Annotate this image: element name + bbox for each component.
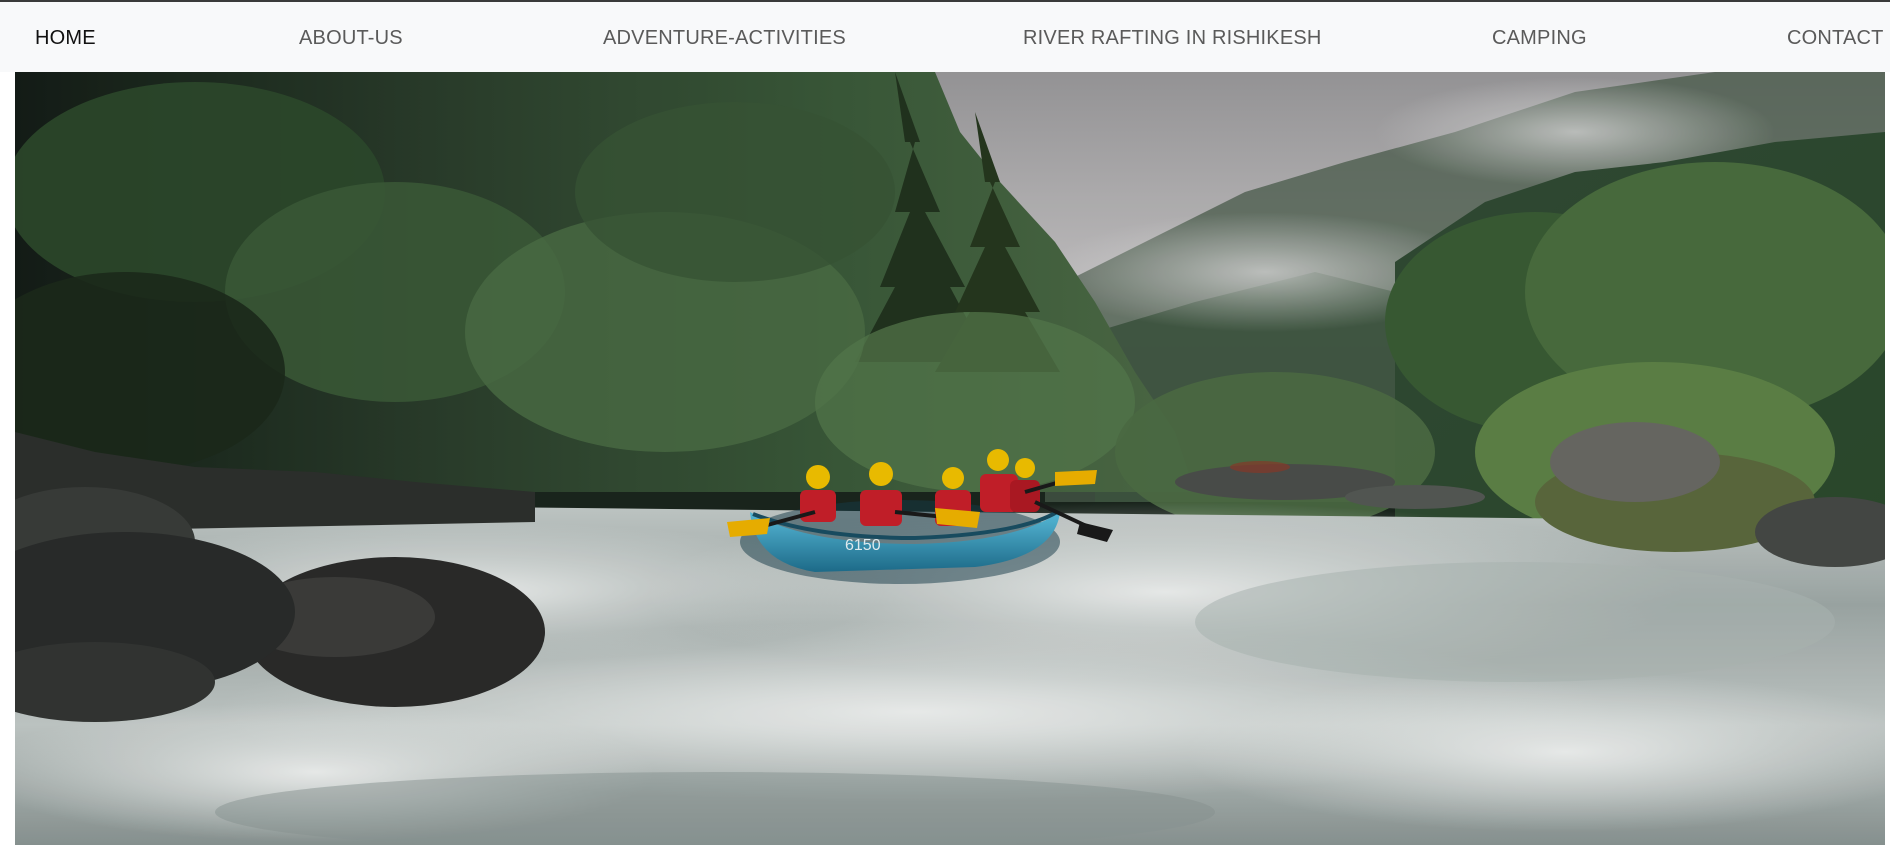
top-navbar: HOME ABOUT-US ADVENTURE-ACTIVITIES RIVER… (0, 2, 1890, 72)
nav-river-rafting-link[interactable]: RIVER RAFTING IN RISHIKESH (1023, 2, 1322, 72)
nav-about-us-link[interactable]: ABOUT-US (299, 2, 403, 72)
nav-camping-link[interactable]: CAMPING (1492, 2, 1587, 72)
nav-home-link[interactable]: HOME (35, 2, 96, 72)
hero-rafting-image: 6150 (15, 72, 1885, 845)
nav-adventure-activities-link[interactable]: ADVENTURE-ACTIVITIES (603, 2, 846, 72)
nav-contact-link[interactable]: CONTACT (1787, 2, 1884, 72)
hero-banner: 6150 (15, 72, 1885, 845)
